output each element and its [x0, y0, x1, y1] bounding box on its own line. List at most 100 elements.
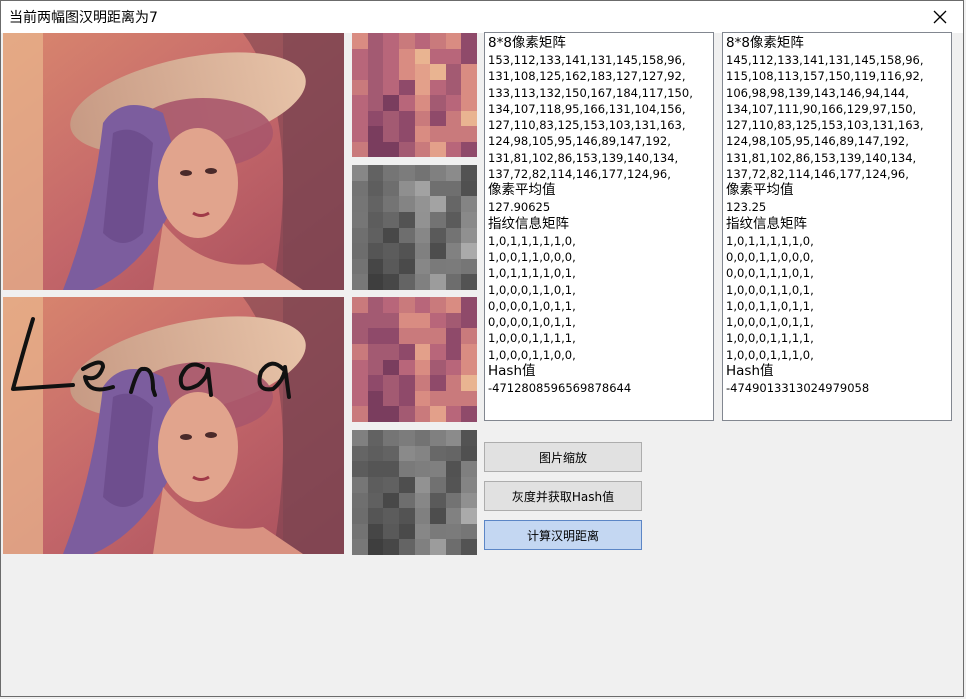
pixel-cell [430, 539, 446, 555]
pixel-cell [383, 180, 399, 197]
pixel-cell [383, 48, 399, 64]
gray-and-hash-button[interactable]: 灰度并获取Hash值 [484, 481, 642, 511]
pixel-cell [414, 312, 431, 329]
pixel-cell [352, 243, 368, 259]
pixel-cell [352, 274, 368, 290]
pixel-cell [461, 445, 477, 462]
pixel-cell [352, 359, 368, 376]
pixel-cell [383, 508, 399, 524]
close-icon [933, 10, 947, 24]
fingerprint-row: 1,0,0,0,1,1,1,1, [488, 331, 576, 346]
pixel-cell [445, 390, 462, 407]
pixel-cell [445, 461, 462, 477]
pixel-cell [445, 33, 462, 49]
pixel-cell [367, 33, 384, 49]
pixel-cell [367, 95, 384, 111]
pixel-cell [430, 227, 446, 244]
pixel-cell [398, 508, 415, 524]
pixel-cell [352, 390, 368, 407]
pixel-cell [398, 79, 415, 95]
pixel-cell [414, 274, 431, 290]
pixel-cell [352, 141, 368, 157]
pixel-cell [414, 492, 431, 509]
matrix-row: 106,98,98,139,143,146,94,144, [726, 85, 909, 100]
pixel-cell [430, 312, 446, 329]
matrix-row: 127,110,83,125,153,103,131,163, [488, 118, 686, 133]
matrix-row: 127,110,83,125,153,103,131,163, [726, 118, 924, 133]
pixel-cell [383, 406, 399, 422]
pixel-cell [461, 508, 477, 524]
pixel-cell [367, 312, 384, 329]
modified-hash-textbox[interactable]: 8*8像素矩阵 145,112,133,141,131,145,158,96, … [722, 32, 952, 421]
matrix-row: 137,72,82,114,146,177,124,96, [488, 167, 671, 182]
pixel-cell [398, 141, 415, 157]
pixel-cell [445, 126, 462, 142]
pixel-cell [430, 180, 446, 197]
compute-hamming-button[interactable]: 计算汉明距离 [484, 520, 642, 550]
close-button[interactable] [917, 1, 963, 33]
pixel-cell [367, 539, 384, 555]
pixel-cell [461, 227, 477, 244]
pixel-cell [398, 390, 415, 407]
lena-photo [3, 33, 344, 290]
fingerprint-row: 1,0,0,0,1,0,1,1, [726, 315, 814, 330]
pixel-cell [367, 359, 384, 376]
pixel-cell [352, 508, 368, 524]
pixel-cell [461, 258, 477, 275]
title-bar: 当前两幅图汉明距离为7 [1, 1, 963, 33]
pixel-cell [414, 359, 431, 376]
pixel-cell [445, 258, 462, 275]
pixel-cell [367, 492, 384, 509]
matrix-heading: 8*8像素矩阵 [488, 35, 566, 51]
pixel-cell [352, 126, 368, 142]
pixel-cell [430, 126, 446, 142]
pixel-cell [461, 297, 477, 313]
pixel-cell [383, 476, 399, 493]
fingerprint-row: 1,0,0,1,1,0,1,1, [726, 298, 814, 313]
pixel-cell [414, 165, 431, 181]
pixel-cell [398, 211, 415, 228]
original-hash-textbox[interactable]: 8*8像素矩阵 153,112,133,141,131,145,158,96, … [484, 32, 714, 421]
fingerprint-row: 1,0,0,0,1,1,1,1, [726, 331, 814, 346]
pixel-cell [461, 461, 477, 477]
pixel-cell [398, 445, 415, 462]
pixel-cell [461, 430, 477, 446]
pixel-cell [398, 523, 415, 540]
pixel-cell [352, 180, 368, 197]
matrix-row: 153,112,133,141,131,145,158,96, [488, 53, 686, 67]
pixel-cell [430, 243, 446, 259]
matrix-row: 134,107,111,90,166,129,97,150, [726, 101, 917, 116]
pixel-cell [445, 196, 462, 212]
gray-pixel-grid-original [352, 165, 477, 290]
pixel-cell [445, 445, 462, 462]
pixel-cell [430, 141, 446, 157]
pixel-cell [352, 227, 368, 244]
pixel-cell [430, 297, 446, 313]
pixel-cell [414, 64, 431, 80]
pixel-cell [398, 227, 415, 244]
pixel-cell [352, 33, 368, 49]
pixel-cell [352, 445, 368, 462]
pixel-cell [461, 476, 477, 493]
pixel-cell [445, 211, 462, 228]
pixel-cell [461, 343, 477, 360]
scale-image-button[interactable]: 图片缩放 [484, 442, 642, 472]
pixel-cell [414, 461, 431, 477]
hash-value: -4712808596569878644 [488, 381, 632, 396]
pixel-cell [445, 312, 462, 329]
pixel-cell [352, 375, 368, 391]
pixel-cell [383, 211, 399, 228]
pixel-cell [367, 297, 384, 313]
pixel-cell [461, 390, 477, 407]
pixel-cell [445, 539, 462, 555]
pixel-cell [461, 196, 477, 212]
pixel-cell [445, 492, 462, 509]
pixel-cell [367, 79, 384, 95]
pixel-cell [414, 227, 431, 244]
pixel-cell [367, 64, 384, 80]
pixel-cell [430, 359, 446, 376]
pixel-cell [352, 461, 368, 477]
pixel-cell [461, 48, 477, 64]
pixel-cell [383, 95, 399, 111]
pixel-cell [445, 297, 462, 313]
